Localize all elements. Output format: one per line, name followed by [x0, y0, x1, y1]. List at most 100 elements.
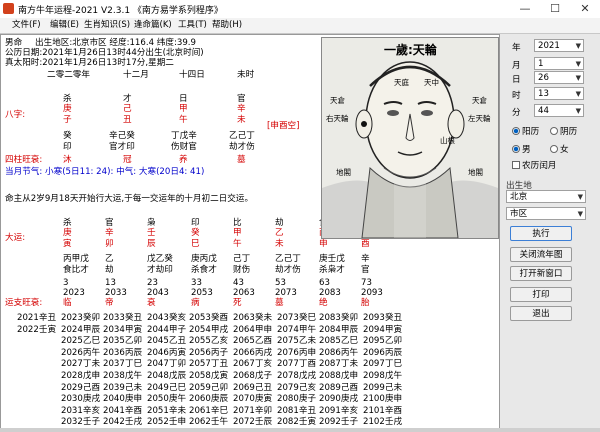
- dayun-age: 53: [275, 278, 286, 288]
- chevron-down-icon: ▼: [577, 210, 583, 218]
- day-select[interactable]: 26 ▼: [534, 71, 584, 84]
- hour-select[interactable]: 13 ▼: [534, 87, 584, 100]
- bazi-wangshuai: 养: [179, 155, 188, 165]
- dayun-zhi: 辰: [147, 239, 156, 249]
- liunian-cell: 2082壬寅: [277, 417, 317, 428]
- liunian-cell: 2036丙辰: [103, 347, 143, 358]
- province-select[interactable]: 北京 ▼: [506, 190, 586, 203]
- liunian-cell: 2080庚子: [277, 394, 317, 405]
- liunian-cell: 2062壬午: [189, 417, 229, 428]
- liunian-cell: 2049己巳: [147, 382, 187, 393]
- minute-select[interactable]: 44 ▼: [534, 104, 584, 117]
- bazi-zhi: 未: [237, 115, 246, 125]
- dayun-age: 23: [147, 278, 158, 288]
- dayun-shishen: 杀: [63, 218, 72, 228]
- liunian-cell: 2056丙子: [189, 347, 229, 358]
- liunian-cell: 2052壬申: [147, 417, 187, 428]
- dayun-age: 33: [191, 278, 202, 288]
- dayun-cangshen: 杀枭才: [319, 265, 345, 275]
- liunian-cell: 2037丁巳: [103, 359, 143, 370]
- liunian-cell: 2030庚戌: [61, 394, 101, 405]
- face-label: 地閣: [468, 168, 483, 177]
- face-illustration: [322, 38, 498, 239]
- lunar-hour: 未时: [237, 70, 255, 80]
- day-label: 日: [512, 75, 521, 85]
- dayun-zhi: 申: [319, 239, 328, 249]
- liunian-cell: 2078戊戌: [277, 371, 317, 381]
- new-window-button[interactable]: 打开新窗口: [510, 266, 572, 281]
- liunian-cell: 2081辛丑: [277, 405, 317, 416]
- dayun-gan: 乙: [275, 228, 284, 238]
- dayun-wangshuai: 死: [233, 298, 242, 308]
- liunian-cell: 2092壬子: [319, 417, 359, 428]
- face-label: 地閣: [336, 168, 351, 177]
- dayun-cangshen: 才劫印: [147, 265, 173, 275]
- lunar-radio[interactable]: 阴历: [550, 125, 577, 137]
- liunian-cell: 2054甲戌: [189, 324, 229, 335]
- chevron-down-icon: ▼: [575, 60, 581, 68]
- window-title: 南方牛年运程-2021 V2.3.1 《南方易学系列程序》: [18, 6, 223, 16]
- liunian-cell: 2064甲申: [233, 324, 273, 335]
- bazi-wangshuai: 沐: [63, 155, 72, 165]
- dayun-wangshuai: 衰: [147, 298, 156, 308]
- face-diagram: 一歲:天輪 天倉 天庭 天中 天倉 右天輪 左天輪 山根 地閣 地閣: [321, 37, 499, 239]
- male-radio[interactable]: 男: [512, 143, 531, 155]
- dayun-zhi: 未: [275, 239, 284, 249]
- menu-fate[interactable]: 逢命篇(K): [134, 19, 172, 32]
- dayun-shishen: 枭: [147, 218, 156, 228]
- result-panel[interactable]: 男命 出生地区:北京市区 经度:116.4 纬度:39.9 公历日期:2021年…: [0, 34, 500, 430]
- liunian-cell: 2085乙巳: [319, 336, 359, 347]
- dayun-wangshuai: 绝: [319, 298, 328, 308]
- menu-edit[interactable]: 编辑(E): [50, 19, 79, 32]
- month-select[interactable]: 1 ▼: [534, 57, 584, 70]
- dayun-start-text: 命主从2岁9月18天开始行大运,于每一交运年的十月初二日交运。: [5, 194, 254, 204]
- dayun-shishen: 比: [233, 218, 242, 228]
- year-select[interactable]: 2021 ▼: [534, 39, 584, 52]
- liunian-cell: 2101辛酉: [363, 405, 403, 416]
- radio-selected-icon: [512, 127, 520, 135]
- menu-zodiac[interactable]: 生肖知识(S): [84, 19, 130, 32]
- liunian-cell: 2068戊子: [233, 371, 273, 381]
- menu-file[interactable]: 文件(F): [12, 19, 41, 32]
- dayun-year: 2063: [233, 288, 255, 298]
- close-chart-button[interactable]: 关闭流年图: [510, 247, 572, 262]
- menu-tools[interactable]: 工具(T): [178, 19, 207, 32]
- dayun-gan: 甲: [233, 228, 242, 238]
- leap-month-checkbox[interactable]: 农历闰月: [512, 159, 556, 171]
- liunian-cell: 2024甲辰: [61, 324, 101, 335]
- dayun-cangshen: 劫才伤: [275, 265, 301, 275]
- chevron-down-icon: ▼: [575, 90, 581, 98]
- face-label: 山根: [440, 136, 455, 145]
- bazi-wangshuai: 冠: [123, 155, 132, 165]
- menu-help[interactable]: 帮助(H): [212, 19, 242, 32]
- bazi-label: 八字:: [5, 110, 26, 120]
- minimize-button[interactable]: —: [510, 0, 540, 18]
- dayun-zhi: 巳: [191, 239, 200, 249]
- exit-button[interactable]: 退出: [510, 306, 572, 321]
- liunian-cell: 2091辛亥: [319, 405, 359, 416]
- chevron-down-icon: ▼: [575, 107, 581, 115]
- close-button[interactable]: ✕: [570, 0, 600, 18]
- dayun-gan: 壬: [147, 228, 156, 238]
- liunian-cell: 2031辛亥: [61, 405, 101, 416]
- print-button[interactable]: 打印: [510, 287, 572, 302]
- bazi-gan: 己: [123, 104, 132, 114]
- liunian-cell: 2059己卯: [189, 382, 229, 393]
- solar-radio[interactable]: 阳历: [512, 125, 539, 137]
- dayun-age: 3: [63, 278, 69, 288]
- app-icon: [3, 3, 14, 14]
- female-radio[interactable]: 女: [550, 143, 569, 155]
- bazi-gan: 辛: [237, 104, 246, 114]
- execute-button[interactable]: 执行: [510, 226, 572, 241]
- bazi-cangshen: 官才印: [109, 142, 135, 152]
- liunian-cell: 2057丁丑: [189, 359, 229, 370]
- liunian-cell: 2032壬子: [61, 417, 101, 428]
- minute-label: 分: [512, 108, 521, 118]
- maximize-button[interactable]: ☐: [540, 0, 570, 18]
- liunian-cell: 2097丁巳: [363, 359, 403, 370]
- liunian-cell: 2051辛未: [147, 405, 187, 416]
- dayun-canggan: 戊乙癸: [147, 254, 173, 264]
- dayun-wangshuai: 临: [63, 298, 72, 308]
- district-select[interactable]: 市区 ▼: [506, 207, 586, 220]
- dayun-label: 大运:: [5, 233, 26, 243]
